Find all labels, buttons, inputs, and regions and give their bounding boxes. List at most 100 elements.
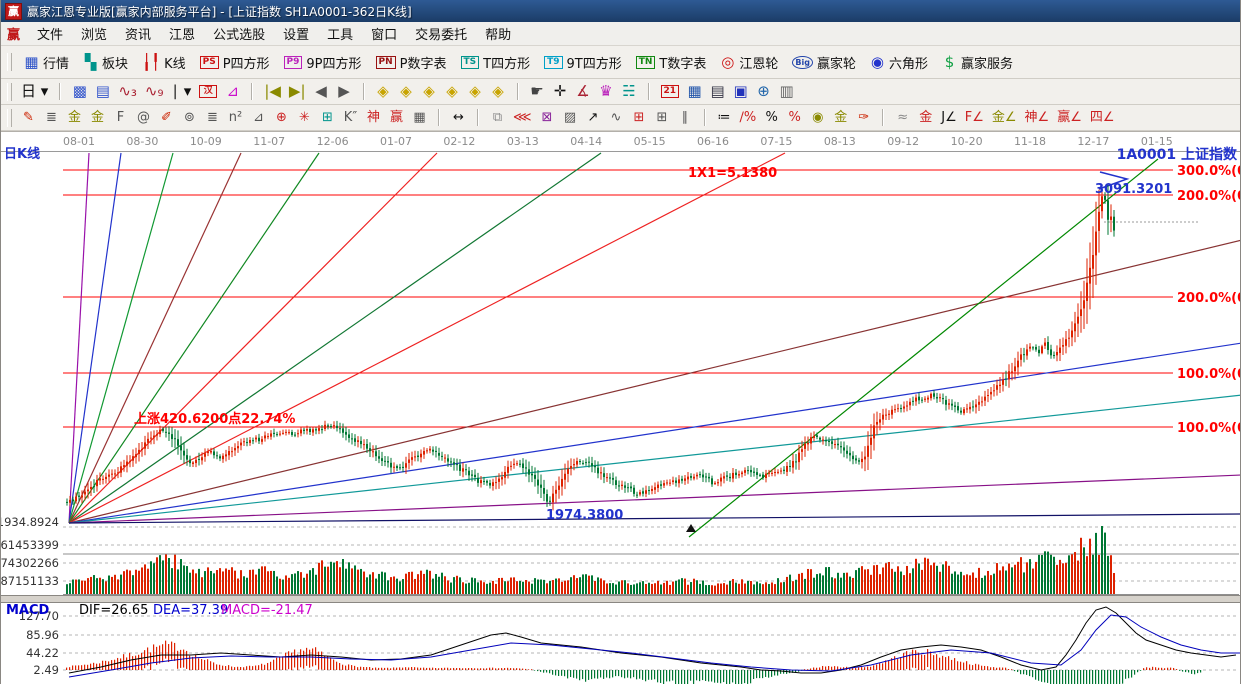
menu-item[interactable]: 资讯 <box>116 22 160 45</box>
gold-comb-2-icon[interactable]: 金 <box>86 107 109 128</box>
info-note-icon[interactable]: ▤ <box>91 81 114 102</box>
zigzag-icon[interactable]: ∿ <box>605 107 628 128</box>
separator[interactable] <box>641 80 657 103</box>
menu-item[interactable]: 交易委托 <box>406 22 476 45</box>
grid-2-icon[interactable]: ⊞ <box>651 107 674 128</box>
separator[interactable] <box>52 80 68 103</box>
winner-service-button[interactable]: $ 赢家服务 <box>935 50 1020 75</box>
separator[interactable] <box>244 80 260 103</box>
menu-item[interactable]: 窗口 <box>362 22 406 45</box>
gann-angle-all-icon[interactable]: ◈ <box>487 81 510 102</box>
hexagon-button[interactable]: ◉ 六角形 <box>863 50 935 75</box>
spiral-tool-icon[interactable]: @ <box>132 107 155 128</box>
separator[interactable] <box>875 106 891 129</box>
p-digit-table-button[interactable]: PN P数字表 <box>369 50 454 75</box>
box-tool-icon[interactable]: ⧉ <box>486 107 509 128</box>
n-square-icon[interactable]: n² <box>224 107 247 128</box>
period-selector[interactable]: 日 ▾ <box>17 81 52 102</box>
ying-angle-icon[interactable]: 赢∠ <box>1053 107 1086 128</box>
mirror-angle-icon[interactable]: ⊿ <box>247 107 270 128</box>
menu-item[interactable]: 工具 <box>318 22 362 45</box>
gold-angle-icon[interactable]: 金∠ <box>988 107 1021 128</box>
price-pen-icon[interactable]: ✐ <box>155 107 178 128</box>
nav-prev-button[interactable]: ◀ <box>310 81 333 102</box>
gann-angle-star-icon[interactable]: ◈ <box>464 81 487 102</box>
shen-grid-icon[interactable]: 神 <box>362 107 385 128</box>
sectors-button[interactable]: ▚ 板块 <box>76 50 135 75</box>
save-disk-icon[interactable]: ▣ <box>729 81 752 102</box>
p-square-button[interactable]: PS P四方形 <box>193 50 277 75</box>
separator[interactable] <box>356 80 372 103</box>
gold-channel-icon[interactable]: 金 <box>914 107 937 128</box>
ying-grid-icon[interactable]: 赢 <box>385 107 408 128</box>
menu-item[interactable]: 帮助 <box>476 22 520 45</box>
percent-slash-icon[interactable]: ∕% <box>736 107 761 128</box>
calendar-icon[interactable]: 21 <box>657 82 684 101</box>
kline-button[interactable]: ╽╿ K线 <box>135 50 193 75</box>
separator[interactable] <box>697 106 713 129</box>
notes-icon[interactable]: ▤ <box>706 81 729 102</box>
f-angle-icon[interactable]: F∠ <box>961 107 988 128</box>
distribution-chart-icon[interactable]: ⊿ <box>221 81 244 102</box>
mind-map-icon[interactable]: ☵ <box>618 81 641 102</box>
menu-item[interactable]: 文件 <box>28 22 72 45</box>
percent-line-icon[interactable]: % <box>783 107 806 128</box>
separator[interactable] <box>510 80 526 103</box>
separator[interactable] <box>431 106 447 129</box>
brush-icon[interactable]: ✑ <box>852 107 875 128</box>
circle-360-icon[interactable]: ⊚ <box>178 107 201 128</box>
chart-canvas[interactable]: 08-0108-3010-0911-0712-0601-0702-1203-13… <box>1 132 1241 684</box>
gann-angle-horizontal-icon[interactable]: ◈ <box>418 81 441 102</box>
gann-fan-icon[interactable]: ⋘ <box>509 107 536 128</box>
trend-line-icon[interactable]: ↗ <box>582 107 605 128</box>
pattern-window-icon[interactable]: ▩ <box>68 81 91 102</box>
market-quotes-button[interactable]: ▦ 行情 <box>17 50 76 75</box>
gann-box-icon[interactable]: ⊞ <box>316 107 339 128</box>
t-digit-table-button[interactable]: TN T数字表 <box>629 50 714 75</box>
wave-9-icon[interactable]: ∿₉ <box>141 81 168 102</box>
separator[interactable] <box>470 106 486 129</box>
winner-wheel-button[interactable]: Big 赢家轮 <box>785 50 863 75</box>
toolbar-grip[interactable] <box>7 53 12 71</box>
crosshair-tool-icon[interactable]: ✛ <box>549 81 572 102</box>
time-comb-icon[interactable]: ≣ <box>40 107 63 128</box>
gold-circle-icon[interactable]: ◉ <box>806 107 829 128</box>
gann-wheel-button[interactable]: ◎ 江恩轮 <box>713 50 785 75</box>
nav-next-button[interactable]: ▶ <box>333 81 356 102</box>
toolbar-grip[interactable] <box>7 83 12 101</box>
nine-p-square-button[interactable]: P9 9P四方形 <box>277 50 369 75</box>
gann-star-icon[interactable]: ✳ <box>293 107 316 128</box>
wave-3-icon[interactable]: ∿₃ <box>114 81 141 102</box>
calculator-icon[interactable]: ▦ <box>683 81 706 102</box>
width-measure-icon[interactable]: ↔ <box>447 107 470 128</box>
menu-item[interactable]: 公式选股 <box>204 22 274 45</box>
pattern-library-icon[interactable]: 汉 <box>195 82 221 101</box>
gann-angle-left-icon[interactable]: ◈ <box>372 81 395 102</box>
nine-t-square-button[interactable]: T9 9T四方形 <box>537 50 629 75</box>
title-bar[interactable]: 赢 赢家江恩专业版[赢家内部服务平台] - [上证指数 SH1A0001-362… <box>1 0 1240 22</box>
gann-circle-icon[interactable]: ⊕ <box>270 107 293 128</box>
shen-angle-icon[interactable]: 神∠ <box>1021 107 1054 128</box>
nav-first-button[interactable]: |◀ <box>260 81 285 102</box>
box-fan-icon[interactable]: ⊠ <box>536 107 559 128</box>
gold-line-icon[interactable]: 金 <box>829 107 852 128</box>
four-angle-icon[interactable]: 四∠ <box>1086 107 1119 128</box>
menu-item[interactable]: 浏览 <box>72 22 116 45</box>
gann-angle-cross-icon[interactable]: ◈ <box>441 81 464 102</box>
angle-measure-icon[interactable]: ∡ <box>572 81 595 102</box>
j-angle-icon[interactable]: J∠ <box>937 107 961 128</box>
candle-style-selector[interactable]: ∣ ▾ <box>168 81 196 102</box>
red-grid-icon[interactable]: ⊞ <box>628 107 651 128</box>
k-mark-icon[interactable]: K″ <box>339 107 362 128</box>
cap-tool-icon[interactable]: ♛ <box>595 81 618 102</box>
ruler-grid-icon[interactable]: ▦ <box>408 107 431 128</box>
price-list-icon[interactable]: ≔ <box>713 107 736 128</box>
f-comb-icon[interactable]: F <box>109 107 132 128</box>
hand-tool-icon[interactable]: ☛ <box>526 81 549 102</box>
gold-comb-1-icon[interactable]: 金 <box>63 107 86 128</box>
nav-last-button[interactable]: ▶| <box>285 81 310 102</box>
grid-comb-icon[interactable]: ≣ <box>201 107 224 128</box>
t-square-button[interactable]: TS T四方形 <box>454 50 538 75</box>
percent-icon[interactable]: % <box>760 107 783 128</box>
multi-line-icon[interactable]: ∥ <box>674 107 697 128</box>
